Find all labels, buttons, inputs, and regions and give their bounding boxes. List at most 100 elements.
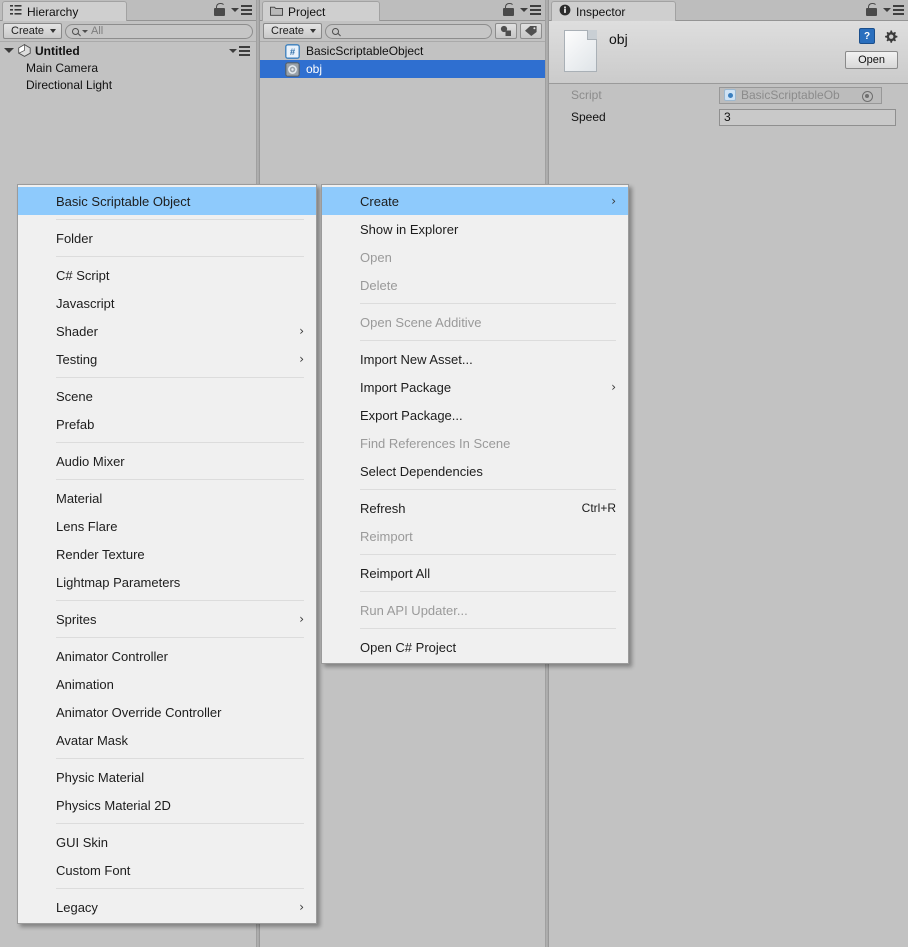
context-menu-item-open-c-project[interactable]: Open C# Project bbox=[322, 633, 628, 661]
type-filter-icon[interactable] bbox=[495, 23, 517, 39]
lock-icon[interactable] bbox=[866, 3, 877, 16]
hierarchy-tab-tools bbox=[214, 3, 252, 16]
lock-icon[interactable] bbox=[503, 3, 514, 16]
menu-item-label: Reimport bbox=[360, 528, 413, 544]
panel-menu-icon[interactable] bbox=[883, 4, 904, 15]
create-menu-item-gui-skin[interactable]: GUI Skin bbox=[18, 828, 316, 856]
open-button[interactable]: Open bbox=[845, 51, 898, 69]
chevron-right-icon: › bbox=[299, 900, 304, 914]
menu-item-label: Testing bbox=[56, 351, 98, 367]
context-menu-item-find-references-in-scene: Find References In Scene bbox=[322, 429, 628, 457]
menu-item-label: Find References In Scene bbox=[360, 435, 511, 451]
hierarchy-item-main-camera[interactable]: Main Camera bbox=[0, 59, 256, 76]
create-menu-item-render-texture[interactable]: Render Texture bbox=[18, 540, 316, 568]
menu-separator bbox=[56, 888, 304, 889]
menu-separator bbox=[56, 256, 304, 257]
gear-icon[interactable] bbox=[883, 29, 898, 44]
project-asset-label: obj bbox=[306, 62, 323, 76]
hierarchy-create-button[interactable]: Create bbox=[3, 23, 63, 39]
context-menu-item-export-package[interactable]: Export Package... bbox=[322, 401, 628, 429]
create-menu-item-prefab[interactable]: Prefab bbox=[18, 410, 316, 438]
context-menu-item-refresh[interactable]: Refresh Ctrl+R bbox=[322, 494, 628, 522]
menu-separator bbox=[360, 591, 616, 592]
project-create-button[interactable]: Create bbox=[263, 23, 323, 39]
menu-item-label: Legacy bbox=[56, 899, 98, 915]
create-menu-item-javascript[interactable]: Javascript bbox=[18, 289, 316, 317]
scene-row-menu-icon[interactable] bbox=[229, 45, 250, 56]
inspector-properties: Script BasicScriptableOb Speed 3 bbox=[549, 84, 908, 128]
menu-separator bbox=[56, 377, 304, 378]
create-menu-item-legacy[interactable]: Legacy › bbox=[18, 893, 316, 921]
object-picker-icon[interactable] bbox=[862, 90, 873, 102]
tab-inspector[interactable]: Inspector bbox=[551, 1, 676, 21]
hierarchy-icon bbox=[10, 4, 22, 19]
menu-item-label: Select Dependencies bbox=[360, 463, 483, 479]
menu-item-label: Physic Material bbox=[56, 769, 145, 785]
context-menu-item-create[interactable]: Create › bbox=[322, 187, 628, 215]
hierarchy-item-label: Main Camera bbox=[26, 60, 99, 75]
menu-item-label: Reimport All bbox=[360, 565, 431, 581]
help-icon[interactable]: ? bbox=[859, 28, 875, 44]
project-asset-row-selected[interactable]: obj bbox=[260, 60, 545, 78]
tab-project[interactable]: Project bbox=[262, 1, 380, 21]
create-menu-item-testing[interactable]: Testing › bbox=[18, 345, 316, 373]
create-menu-item-folder[interactable]: Folder bbox=[18, 224, 316, 252]
panel-menu-icon[interactable] bbox=[520, 4, 541, 15]
create-menu-item-material[interactable]: Material bbox=[18, 484, 316, 512]
project-asset-row[interactable]: # BasicScriptableObject bbox=[260, 42, 545, 60]
create-menu-item-animator-controller[interactable]: Animator Controller bbox=[18, 642, 316, 670]
property-label: Script bbox=[571, 88, 602, 102]
create-menu-item-sprites[interactable]: Sprites › bbox=[18, 605, 316, 633]
context-menu-item-select-dependencies[interactable]: Select Dependencies bbox=[322, 457, 628, 485]
menu-item-label: Run API Updater... bbox=[360, 602, 468, 618]
context-menu-item-reimport-all[interactable]: Reimport All bbox=[322, 559, 628, 587]
lock-icon[interactable] bbox=[214, 3, 225, 16]
menu-separator bbox=[56, 479, 304, 480]
create-menu-item-c-script[interactable]: C# Script bbox=[18, 261, 316, 289]
search-filter-caret-icon bbox=[82, 29, 89, 33]
label-filter-icon[interactable] bbox=[520, 23, 542, 39]
create-menu-item-lightmap-parameters[interactable]: Lightmap Parameters bbox=[18, 568, 316, 596]
hierarchy-tree: Untitled Main Camera Directional Light bbox=[0, 42, 256, 93]
svg-text:#: # bbox=[290, 47, 296, 58]
project-asset-list: # BasicScriptableObject obj bbox=[260, 42, 545, 78]
property-row-speed: Speed 3 bbox=[549, 106, 908, 128]
create-menu-item-physics-material-2d[interactable]: Physics Material 2D bbox=[18, 791, 316, 819]
tab-hierarchy[interactable]: Hierarchy bbox=[2, 1, 127, 21]
create-menu-item-avatar-mask[interactable]: Avatar Mask bbox=[18, 726, 316, 754]
menu-item-label: Open C# Project bbox=[360, 639, 457, 655]
context-menu-item-import-new-asset[interactable]: Import New Asset... bbox=[322, 345, 628, 373]
context-menu-item-show-in-explorer[interactable]: Show in Explorer bbox=[322, 215, 628, 243]
inspector-header-icons: ? bbox=[859, 28, 898, 44]
speed-input[interactable]: 3 bbox=[719, 108, 896, 126]
create-menu-item-animator-override-controller[interactable]: Animator Override Controller bbox=[18, 698, 316, 726]
create-menu-item-custom-font[interactable]: Custom Font bbox=[18, 856, 316, 884]
hierarchy-search-placeholder: All bbox=[91, 25, 104, 37]
create-menu-item-audio-mixer[interactable]: Audio Mixer bbox=[18, 447, 316, 475]
create-menu-item-shader[interactable]: Shader › bbox=[18, 317, 316, 345]
context-menu-item-run-api-updater: Run API Updater... bbox=[322, 596, 628, 624]
panel-menu-icon[interactable] bbox=[231, 4, 252, 15]
project-search-input[interactable] bbox=[325, 23, 492, 39]
hierarchy-item-directional-light[interactable]: Directional Light bbox=[0, 76, 256, 93]
menu-item-label: Shader bbox=[56, 323, 98, 339]
menu-item-label: Open Scene Additive bbox=[360, 314, 482, 330]
create-menu-item-lens-flare[interactable]: Lens Flare bbox=[18, 512, 316, 540]
search-icon bbox=[332, 27, 340, 35]
menu-separator bbox=[360, 303, 616, 304]
create-menu-item-basic-scriptable-object[interactable]: Basic Scriptable Object bbox=[18, 187, 316, 215]
menu-separator bbox=[360, 340, 616, 341]
script-object-field[interactable]: BasicScriptableOb bbox=[719, 86, 882, 104]
hierarchy-create-label: Create bbox=[11, 25, 45, 37]
context-menu-item-import-package[interactable]: Import Package › bbox=[322, 373, 628, 401]
inspector-tabstrip: Inspector bbox=[549, 0, 908, 21]
hierarchy-root-row[interactable]: Untitled bbox=[0, 42, 256, 59]
menu-item-label: Delete bbox=[360, 277, 398, 293]
create-menu-item-scene[interactable]: Scene bbox=[18, 382, 316, 410]
hierarchy-search-input[interactable]: All bbox=[65, 23, 253, 39]
menu-separator bbox=[56, 637, 304, 638]
create-menu-item-physic-material[interactable]: Physic Material bbox=[18, 763, 316, 791]
hierarchy-root-label: Untitled bbox=[35, 43, 80, 58]
create-menu-item-animation[interactable]: Animation bbox=[18, 670, 316, 698]
expand-triangle-icon[interactable] bbox=[4, 48, 14, 53]
